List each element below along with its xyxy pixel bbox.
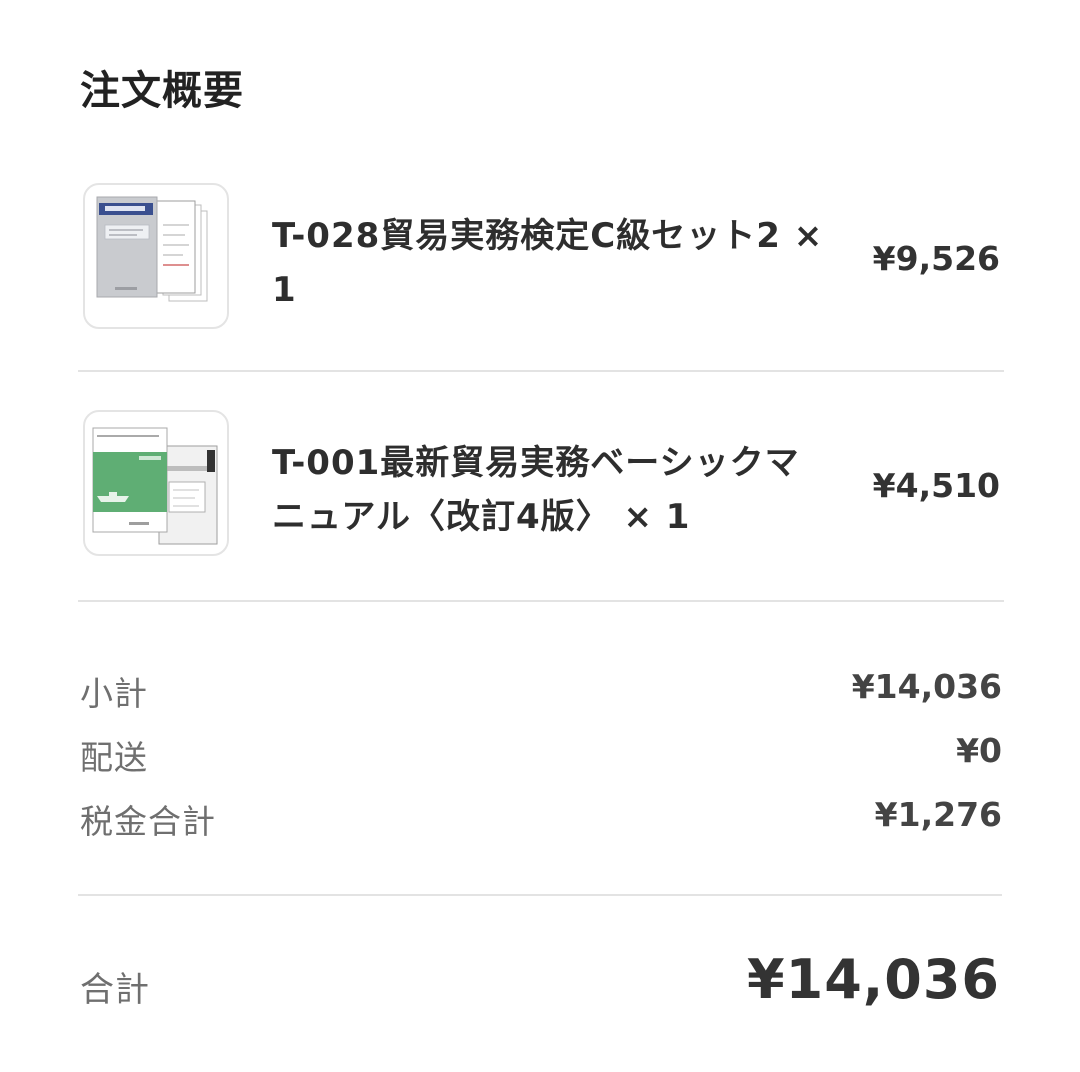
total-label: 合計 bbox=[80, 970, 150, 1010]
item-price: ¥4,510 bbox=[872, 466, 1000, 505]
shipping-row: 配送 ¥0 bbox=[80, 731, 1002, 777]
item-name: T-001最新貿易実務ベーシックマニュアル〈改訂4版〉 × 1 bbox=[272, 443, 800, 537]
total-value: ¥14,036 bbox=[747, 948, 1000, 1011]
shipping-value: ¥0 bbox=[956, 731, 1002, 770]
item-name: T-028貿易実務検定C級セット2 × 1 bbox=[272, 216, 824, 310]
page-title: 注文概要 bbox=[80, 68, 244, 114]
divider bbox=[78, 600, 1004, 602]
order-item: T-028貿易実務検定C級セット2 × 1 ¥9,526 bbox=[80, 183, 1004, 333]
subtotal-value: ¥14,036 bbox=[851, 667, 1002, 706]
item-price: ¥9,526 bbox=[872, 239, 1000, 278]
book-manual-thumbnail-icon bbox=[83, 410, 229, 556]
divider bbox=[78, 370, 1004, 372]
order-item: T-001最新貿易実務ベーシックマニュアル〈改訂4版〉 × 1 ¥4,510 bbox=[80, 410, 1004, 560]
book-set-thumbnail-icon bbox=[83, 183, 229, 329]
tax-label: 税金合計 bbox=[80, 802, 216, 841]
shipping-label: 配送 bbox=[80, 738, 148, 777]
tax-row: 税金合計 ¥1,276 bbox=[80, 795, 1002, 841]
tax-value: ¥1,276 bbox=[874, 795, 1002, 834]
subtotal-row: 小計 ¥14,036 bbox=[80, 667, 1002, 713]
subtotal-label: 小計 bbox=[80, 674, 148, 713]
divider bbox=[78, 894, 1002, 896]
